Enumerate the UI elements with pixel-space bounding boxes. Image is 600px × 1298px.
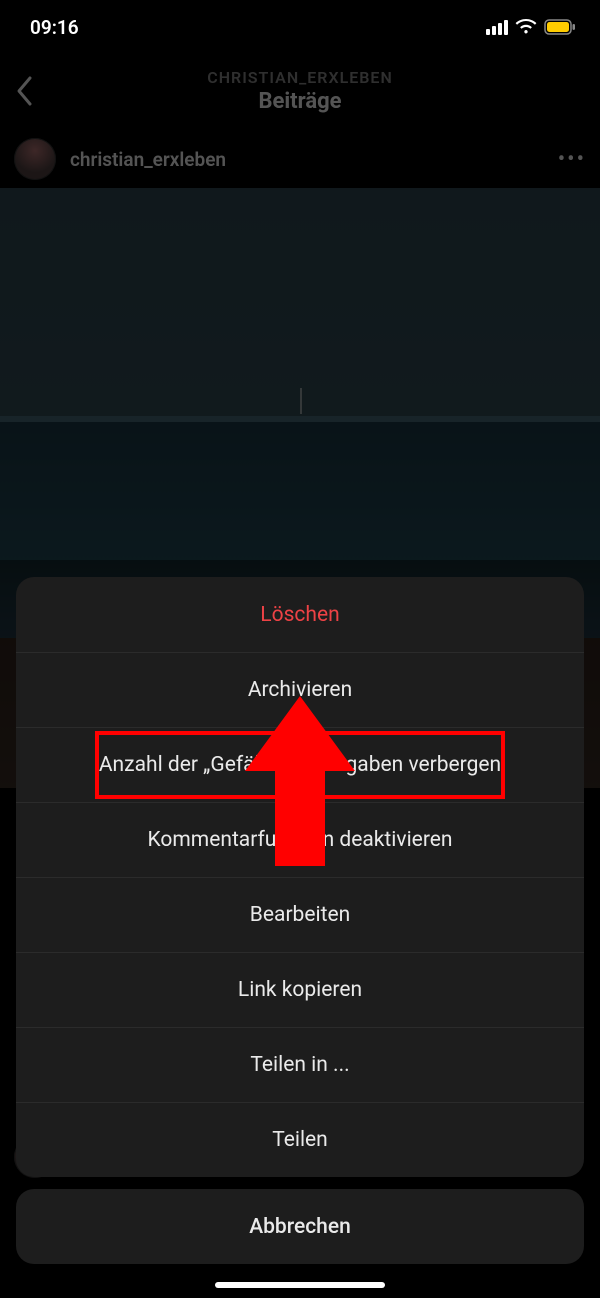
status-bar: 09:16 [0, 0, 600, 50]
home-indicator[interactable] [215, 1282, 385, 1288]
header-subtitle: CHRISTIAN_ERXLEBEN [0, 68, 600, 87]
header-title: Beiträge [0, 89, 600, 114]
status-time: 09:16 [30, 16, 79, 39]
share-button[interactable]: Teilen [16, 1102, 584, 1177]
share-in-button[interactable]: Teilen in ... [16, 1027, 584, 1102]
nav-header: CHRISTIAN_ERXLEBEN Beiträge [0, 50, 600, 132]
cancel-button[interactable]: Abbrechen [16, 1189, 584, 1264]
post-owner-name[interactable]: christian_erxleben [70, 148, 544, 171]
more-options-icon[interactable]: ••• [558, 147, 586, 172]
back-icon[interactable] [14, 74, 34, 108]
archive-button[interactable]: Archivieren [16, 652, 584, 727]
status-icons [486, 19, 576, 35]
avatar[interactable] [14, 138, 56, 180]
edit-button[interactable]: Bearbeiten [16, 877, 584, 952]
battery-icon [544, 19, 576, 35]
post-owner-row[interactable]: christian_erxleben ••• [0, 132, 600, 188]
action-sheet: Löschen Archivieren Anzahl der „Gefällt … [16, 577, 584, 1264]
wifi-icon [515, 19, 537, 35]
copy-link-button[interactable]: Link kopieren [16, 952, 584, 1027]
hide-like-count-label: Anzahl der „Gefällt mir"-Angaben verberg… [99, 753, 501, 777]
disable-comments-button[interactable]: Kommentarfunktion deaktivieren [16, 802, 584, 877]
delete-button[interactable]: Löschen [16, 577, 584, 652]
hide-like-count-button[interactable]: Anzahl der „Gefällt mir"-Angaben verberg… [16, 727, 584, 802]
annotation-highlight: Anzahl der „Gefällt mir"-Angaben verberg… [95, 731, 505, 799]
cellular-signal-icon [486, 20, 508, 35]
